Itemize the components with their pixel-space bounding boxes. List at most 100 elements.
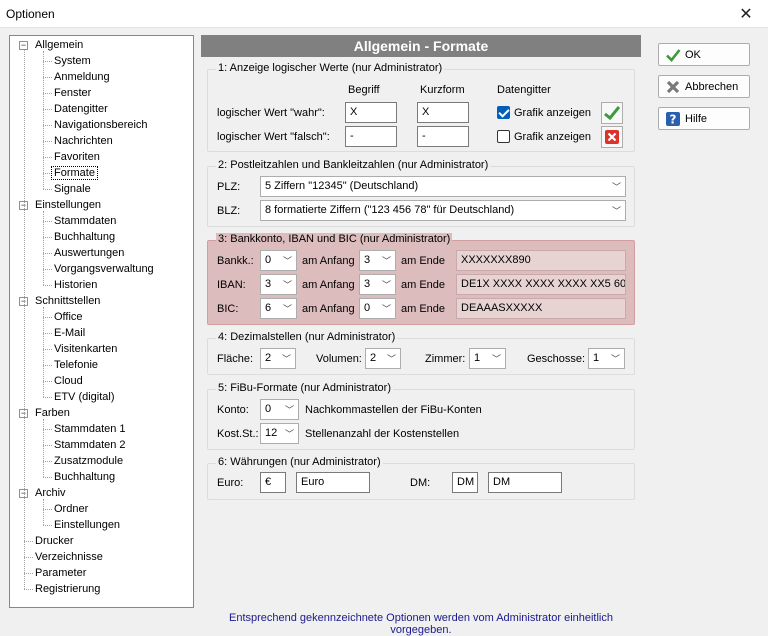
tree-item[interactable]: Parameter <box>35 565 86 581</box>
tree-item[interactable]: Telefonie <box>54 357 98 373</box>
tree-item[interactable]: Auswertungen <box>54 245 124 261</box>
dm-name-input[interactable]: DM <box>488 472 562 493</box>
ok-label: OK <box>685 49 701 61</box>
true-begriff-input[interactable]: X <box>345 102 397 123</box>
chevron-down-icon: ﹀ <box>381 280 391 290</box>
tree-item[interactable]: E-Mail <box>54 325 85 341</box>
konto-select[interactable]: 0 ﹀ <box>260 399 299 420</box>
tree-item[interactable]: Einstellungen <box>35 197 101 213</box>
tree-connector <box>43 499 44 525</box>
flaeche-label: Fläche: <box>217 353 254 365</box>
kost-desc: Stellenanzahl der Kostenstellen <box>305 428 460 440</box>
tree-item[interactable]: Buchhaltung <box>54 229 115 245</box>
tree-item[interactable]: System <box>54 53 91 69</box>
cancel-button[interactable]: Abbrechen <box>658 75 750 98</box>
cancel-x-icon <box>666 80 680 94</box>
plz-select[interactable]: 5 Ziffern "12345" (Deutschland) ﹀ <box>260 176 626 197</box>
kost-select[interactable]: 12 ﹀ <box>260 423 299 444</box>
tree-item[interactable]: Drucker <box>35 533 74 549</box>
kost-value: 12 <box>265 427 278 439</box>
tree-item[interactable]: Historien <box>54 277 97 293</box>
bank-end-select[interactable]: 3 ﹀ <box>359 250 396 271</box>
false-grafik-checkbox[interactable] <box>497 130 510 143</box>
tree-item[interactable]: Stammdaten 2 <box>54 437 126 453</box>
chevron-down-icon: ﹀ <box>611 182 621 192</box>
tree-connector <box>43 253 52 254</box>
flaeche-select[interactable]: 2 ﹀ <box>260 348 296 369</box>
tree-connector <box>43 317 52 318</box>
volumen-select[interactable]: 2 ﹀ <box>365 348 401 369</box>
tree-item-label: Stammdaten <box>54 215 117 227</box>
bank-start-select[interactable]: 6 ﹀ <box>260 298 297 319</box>
false-icon-button[interactable] <box>601 126 623 148</box>
tree-item[interactable]: Zusatzmodule <box>54 453 123 469</box>
tree-item[interactable]: Verzeichnisse <box>35 549 103 565</box>
chevron-down-icon: ﹀ <box>381 256 391 266</box>
bank-end-select[interactable]: 3 ﹀ <box>359 274 396 295</box>
tree-item[interactable]: Cloud <box>54 373 83 389</box>
blz-select[interactable]: 8 formatierte Ziffern ("123 456 78" für … <box>260 200 626 221</box>
false-kurzform-input[interactable]: - <box>417 126 469 147</box>
chevron-down-icon: ﹀ <box>282 304 292 314</box>
tree-item[interactable]: Archiv <box>35 485 66 501</box>
tree-item[interactable]: Einstellungen <box>54 517 120 533</box>
bank-end-select[interactable]: 0 ﹀ <box>359 298 396 319</box>
euro-symbol-input[interactable]: € <box>260 472 286 493</box>
true-grafik-checkbox[interactable] <box>497 106 510 119</box>
geschosse-select[interactable]: 1 ﹀ <box>588 348 625 369</box>
tree-item[interactable]: Stammdaten <box>54 213 116 229</box>
tree-item[interactable]: Signale <box>54 181 91 197</box>
blz-value: 8 formatierte Ziffern ("123 456 78" für … <box>265 204 515 216</box>
tree-connector <box>43 349 52 350</box>
title-bar: Optionen ✕ <box>0 0 768 28</box>
true-kurzform-input[interactable]: X <box>417 102 469 123</box>
bank-start-select[interactable]: 0 ﹀ <box>260 250 297 271</box>
tree-item[interactable]: Fenster <box>54 85 91 101</box>
ok-button[interactable]: OK <box>658 43 750 66</box>
tree-item[interactable]: Office <box>54 309 83 325</box>
tree-item[interactable]: Nachrichten <box>54 133 113 149</box>
options-tree[interactable]: − Allgemein System Anmeldung Fenster Datengit… <box>9 35 194 608</box>
tree-item[interactable]: Datengitter <box>54 101 108 117</box>
bank-end-value: 3 <box>364 278 371 290</box>
tree-item[interactable]: Farben <box>35 405 70 421</box>
false-value-label: logischer Wert "falsch": <box>217 131 330 143</box>
col-kurzform: Kurzform <box>420 84 465 96</box>
tree-item-label: Parameter <box>35 567 87 579</box>
konto-value: 0 <box>265 403 272 415</box>
tree-item-label: Cloud <box>54 375 83 387</box>
tree-item[interactable]: Vorgangsverwaltung <box>54 261 154 277</box>
zimmer-select[interactable]: 1 ﹀ <box>469 348 506 369</box>
tree-connector <box>43 173 52 174</box>
decimal-title: 4: Dezimalstellen (nur Administrator) <box>216 331 398 343</box>
tree-item[interactable]: Schnittstellen <box>35 293 100 309</box>
collapse-icon[interactable]: − <box>19 41 28 50</box>
help-button[interactable]: ? Hilfe <box>658 107 750 130</box>
false-begriff-input[interactable]: - <box>345 126 397 147</box>
euro-name-input[interactable]: Euro <box>296 472 370 493</box>
tree-item[interactable]: Buchhaltung <box>54 469 115 485</box>
tree-item[interactable]: Navigationsbereich <box>54 117 148 133</box>
tree-item[interactable]: Favoriten <box>54 149 100 165</box>
dm-label: DM: <box>410 477 431 489</box>
true-icon-button[interactable] <box>601 102 623 124</box>
bank-start-value: 0 <box>265 254 272 266</box>
tree-item[interactable]: Anmeldung <box>54 69 110 85</box>
currency-title: 6: Währungen (nur Administrator) <box>216 456 383 468</box>
tree-item-label: Navigationsbereich <box>54 119 148 131</box>
euro-label: Euro: <box>217 477 244 489</box>
tree-item[interactable]: Stammdaten 1 <box>54 421 126 437</box>
tree-item[interactable]: Visitenkarten <box>54 341 117 357</box>
tree-item[interactable]: Registrierung <box>35 581 100 597</box>
tree-connector <box>24 557 33 558</box>
tree-item[interactable]: Ordner <box>54 501 88 517</box>
tree-item-label: Buchhaltung <box>54 231 116 243</box>
bank-start-select[interactable]: 3 ﹀ <box>260 274 297 295</box>
close-button[interactable]: ✕ <box>724 0 768 28</box>
window-title: Optionen <box>6 7 55 21</box>
tree-item[interactable]: ETV (digital) <box>54 389 115 405</box>
green-check-icon <box>666 49 681 62</box>
tree-item[interactable]: Formate <box>51 165 98 181</box>
tree-item-label: Telefonie <box>54 359 99 371</box>
dm-symbol-input[interactable]: DM <box>452 472 478 493</box>
